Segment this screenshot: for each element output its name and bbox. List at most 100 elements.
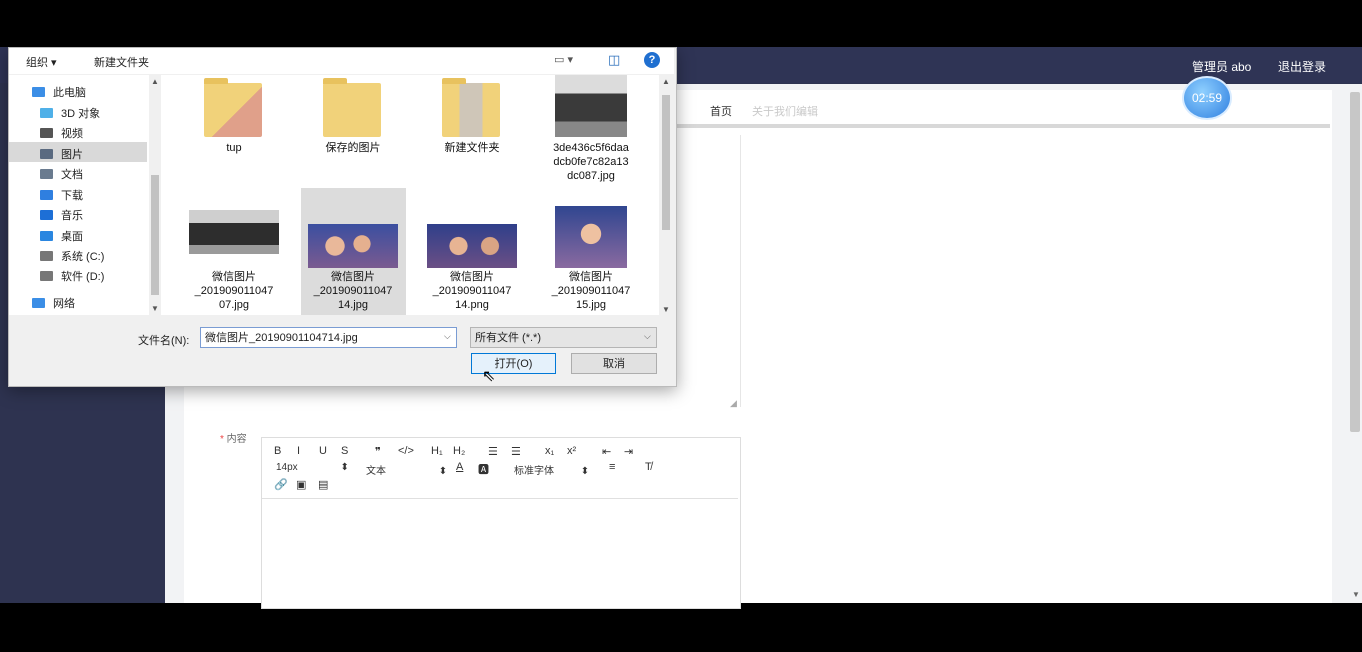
view-options-icon[interactable]: ▭ ▾	[554, 53, 573, 66]
nav-item-label[interactable]: 此电脑	[53, 84, 86, 100]
folder-icon[interactable]	[442, 78, 500, 137]
folder-icon[interactable]	[323, 78, 381, 137]
nav-scroll-thumb[interactable]	[151, 175, 159, 295]
editor-tool-button[interactable]: S	[341, 445, 348, 457]
file-name-label[interactable]: 保存的图片	[301, 141, 405, 155]
editor-tool-button[interactable]: I	[297, 445, 300, 457]
nav-item-label[interactable]: 网络	[53, 295, 75, 311]
font-size-select[interactable]: 14px ⬍	[276, 462, 349, 473]
nav-item-label[interactable]: 图片	[61, 146, 83, 162]
network-icon	[32, 298, 45, 308]
file-name-label[interactable]: tup	[182, 141, 286, 155]
chevron-updown-icon: ⬍	[438, 466, 448, 477]
scroll-down-arrow-icon[interactable]: ▼	[1352, 590, 1360, 599]
image-thumbnail[interactable]	[189, 210, 279, 254]
chevron-updown-icon: ⬍	[340, 462, 349, 473]
scroll-down-arrow-icon[interactable]: ▼	[662, 305, 670, 314]
chevron-down-icon[interactable]: ⌵	[644, 331, 651, 342]
picture-icon	[40, 149, 53, 159]
drive-icon	[40, 251, 53, 261]
countdown-timer-badge: 02:59	[1182, 76, 1232, 120]
content-field-label: * 内容	[220, 430, 247, 445]
font-size-value: 14px	[276, 462, 298, 473]
nav-item-label[interactable]: 音乐	[61, 207, 83, 223]
font-family-value: 标准字体	[514, 466, 554, 477]
editor-tool-button[interactable]: U	[319, 445, 327, 457]
image-thumbnail[interactable]	[555, 75, 627, 137]
preview-pane-icon[interactable]: ◫	[608, 52, 620, 68]
file-scroll-thumb[interactable]	[662, 95, 670, 230]
file-name-label[interactable]: 新建文件夹	[420, 141, 524, 155]
resize-handle-icon[interactable]: ◢	[730, 398, 737, 409]
file-name-label[interactable]: 微信图片 _201909011047 14.jpg	[301, 270, 405, 312]
editor-tool-button[interactable]: x²	[567, 445, 576, 457]
editor-tool-button[interactable]: ⇥	[624, 445, 633, 458]
folder-icon[interactable]	[204, 78, 262, 137]
video-icon	[40, 128, 53, 138]
editor-tool-button[interactable]: H₁	[431, 445, 443, 457]
breadcrumb-home[interactable]: 首页	[710, 103, 732, 119]
content-label-text: 内容	[226, 434, 247, 445]
clear-format-icon[interactable]: T̸	[645, 461, 652, 473]
breadcrumb-current: 关于我们编辑	[752, 103, 818, 119]
font-family-select[interactable]: 标准字体 ⬍	[514, 462, 589, 477]
admin-user-label[interactable]: 管理员 abo	[1192, 58, 1251, 75]
nav-item-label[interactable]: 文档	[61, 166, 83, 182]
page-scrollbar[interactable]	[1350, 92, 1360, 432]
editor-tool-button[interactable]: x₁	[545, 445, 554, 457]
file-name-label[interactable]: 微信图片 _201909011047 14.png	[420, 270, 524, 312]
editor-tool-button[interactable]: ❞	[375, 445, 381, 458]
video-icon[interactable]: ▤	[318, 478, 328, 491]
file-name-label[interactable]: 3de436c5f6daa dcb0fe7c82a13 dc087.jpg	[539, 141, 643, 183]
mouse-cursor-icon: ⇖	[482, 368, 496, 385]
required-asterisk: *	[220, 434, 227, 445]
chevron-down-icon[interactable]: ⌵	[444, 331, 451, 342]
editor-toolbar-divider	[262, 498, 738, 499]
new-folder-button[interactable]: 新建文件夹	[94, 54, 149, 70]
editor-tool-button[interactable]: </>	[398, 445, 414, 457]
file-name-label[interactable]: 微信图片 _201909011047 15.jpg	[539, 270, 643, 312]
nav-item-label[interactable]: 软件 (D:)	[61, 268, 104, 284]
download-icon	[40, 190, 53, 200]
nav-item-label[interactable]: 3D 对象	[61, 105, 100, 121]
nav-item-label[interactable]: 系统 (C:)	[61, 248, 104, 264]
file-name-label[interactable]: 微信图片 _201909011047 07.jpg	[182, 270, 286, 312]
text-style-value: 文本	[366, 466, 386, 477]
organize-button[interactable]: 组织 ▾	[26, 54, 57, 70]
image-thumbnail[interactable]	[427, 224, 517, 268]
link-icon[interactable]: 🔗	[274, 478, 288, 491]
text-style-select[interactable]: 文本 ⬍	[366, 462, 447, 477]
file-type-filter-select[interactable]: 所有文件 (*.*)	[470, 327, 657, 348]
filename-label: 文件名(N):	[138, 335, 190, 347]
desktop-icon	[40, 231, 53, 241]
nav-item-label[interactable]: 视频	[61, 125, 83, 141]
drive-icon	[40, 271, 53, 281]
breadcrumb-current-label: 关于我们编辑	[752, 106, 818, 118]
nav-item-label[interactable]: 桌面	[61, 228, 83, 244]
logout-link[interactable]: 退出登录	[1278, 58, 1326, 75]
editor-tool-button[interactable]: H₂	[453, 445, 465, 457]
editor-tool-button[interactable]: ☰	[488, 445, 498, 458]
editor-tool-button[interactable]: ⇤	[602, 445, 611, 458]
image-thumbnail[interactable]	[308, 224, 398, 268]
font-color-icon[interactable]: A	[456, 461, 463, 473]
cube-icon	[40, 108, 53, 118]
nav-item-label[interactable]: 下载	[61, 187, 83, 203]
music-icon	[40, 210, 53, 220]
editor-tool-button[interactable]: B	[274, 445, 281, 457]
image-icon[interactable]: ▣	[296, 478, 306, 491]
scroll-up-arrow-icon[interactable]: ▲	[151, 77, 159, 86]
computer-icon	[32, 87, 45, 97]
cancel-button[interactable]: 取消	[571, 353, 657, 374]
chevron-updown-icon: ⬍	[580, 466, 590, 477]
document-icon	[40, 169, 53, 179]
help-icon[interactable]: ?	[644, 52, 660, 68]
filename-input[interactable]: 微信图片_20190901104714.jpg	[200, 327, 457, 348]
textarea-field-edge	[740, 135, 741, 407]
editor-tool-button[interactable]: ☰	[511, 445, 521, 458]
background-color-icon[interactable]: 🅰	[478, 461, 489, 477]
scroll-up-arrow-icon[interactable]: ▲	[662, 77, 670, 86]
scroll-down-arrow-icon[interactable]: ▼	[151, 304, 159, 313]
align-icon[interactable]: ≡	[609, 461, 615, 473]
image-thumbnail[interactable]	[555, 206, 627, 268]
